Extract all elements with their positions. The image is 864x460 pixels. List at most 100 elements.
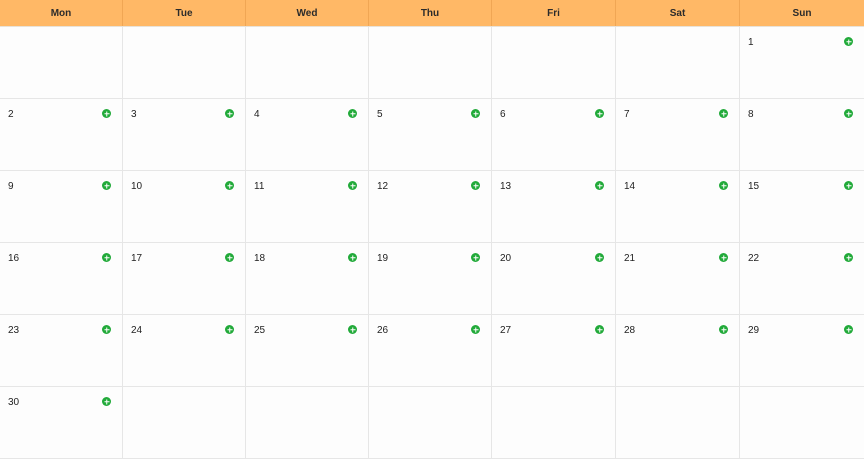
add-event-button[interactable] <box>348 325 357 334</box>
day-cell-7[interactable]: 7 <box>616 99 740 171</box>
day-cell-23[interactable]: 23 <box>0 315 123 387</box>
add-event-button[interactable] <box>102 325 111 334</box>
empty-day-cell <box>369 387 492 459</box>
empty-day-cell <box>616 27 740 99</box>
add-event-button[interactable] <box>102 253 111 262</box>
weekday-mon: Mon <box>0 0 123 26</box>
add-event-button[interactable] <box>844 109 853 118</box>
add-event-button[interactable] <box>471 253 480 262</box>
day-cell-14[interactable]: 14 <box>616 171 740 243</box>
weekday-header: Mon Tue Wed Thu Fri Sat Sun <box>0 0 864 27</box>
empty-day-cell <box>616 387 740 459</box>
day-cell-29[interactable]: 29 <box>740 315 864 387</box>
empty-day-cell <box>123 387 246 459</box>
empty-day-cell <box>0 27 123 99</box>
day-number: 30 <box>8 397 20 408</box>
day-number: 24 <box>131 325 143 336</box>
add-event-button[interactable] <box>348 109 357 118</box>
weekday-tue: Tue <box>123 0 246 26</box>
day-number: 14 <box>624 181 636 192</box>
day-number: 2 <box>8 109 14 120</box>
weekday-sun: Sun <box>792 7 812 19</box>
empty-day-cell <box>492 27 616 99</box>
day-number: 4 <box>254 109 260 120</box>
day-cell-28[interactable]: 28 <box>616 315 740 387</box>
day-cell-21[interactable]: 21 <box>616 243 740 315</box>
empty-day-cell <box>246 387 369 459</box>
day-cell-19[interactable]: 19 <box>369 243 492 315</box>
day-number: 22 <box>748 253 760 264</box>
day-cell-1[interactable]: 1 <box>740 27 864 99</box>
day-cell-30[interactable]: 30 <box>0 387 123 459</box>
day-number: 16 <box>8 253 20 264</box>
add-event-button[interactable] <box>595 325 604 334</box>
add-event-button[interactable] <box>719 325 728 334</box>
add-event-button[interactable] <box>595 253 604 262</box>
day-number: 27 <box>500 325 512 336</box>
add-event-button[interactable] <box>844 181 853 190</box>
day-number: 28 <box>624 325 636 336</box>
day-cell-13[interactable]: 13 <box>492 171 616 243</box>
day-cell-25[interactable]: 25 <box>246 315 369 387</box>
day-cell-5[interactable]: 5 <box>369 99 492 171</box>
day-number: 7 <box>624 109 630 120</box>
day-cell-20[interactable]: 20 <box>492 243 616 315</box>
day-cell-9[interactable]: 9 <box>0 171 123 243</box>
add-event-button[interactable] <box>844 37 853 46</box>
day-number: 21 <box>624 253 636 264</box>
add-event-button[interactable] <box>102 109 111 118</box>
add-event-button[interactable] <box>225 181 234 190</box>
add-event-button[interactable] <box>719 181 728 190</box>
add-event-button[interactable] <box>102 181 111 190</box>
day-cell-12[interactable]: 12 <box>369 171 492 243</box>
weekday-sat: Sat <box>616 0 740 26</box>
weekday-thu: Thu <box>369 0 492 26</box>
day-cell-8[interactable]: 8 <box>740 99 864 171</box>
day-cell-4[interactable]: 4 <box>246 99 369 171</box>
day-cell-10[interactable]: 10 <box>123 171 246 243</box>
day-cell-27[interactable]: 27 <box>492 315 616 387</box>
add-event-button[interactable] <box>102 397 111 406</box>
day-cell-6[interactable]: 6 <box>492 99 616 171</box>
add-event-button[interactable] <box>719 253 728 262</box>
day-number: 26 <box>377 325 389 336</box>
add-event-button[interactable] <box>844 253 853 262</box>
empty-day-cell <box>369 27 492 99</box>
day-cell-24[interactable]: 24 <box>123 315 246 387</box>
day-number: 19 <box>377 253 389 264</box>
day-number: 18 <box>254 253 266 264</box>
add-event-button[interactable] <box>595 109 604 118</box>
day-number: 5 <box>377 109 383 120</box>
empty-day-cell <box>246 27 369 99</box>
add-event-button[interactable] <box>348 253 357 262</box>
day-number: 9 <box>8 181 14 192</box>
weekday-fri: Fri <box>492 0 616 26</box>
add-event-button[interactable] <box>471 109 480 118</box>
add-event-button[interactable] <box>225 325 234 334</box>
day-cell-2[interactable]: 2 <box>0 99 123 171</box>
day-cell-26[interactable]: 26 <box>369 315 492 387</box>
add-event-button[interactable] <box>225 109 234 118</box>
month-calendar: Mon Tue Wed Thu Fri Sat Sun 1 2 3 4 5 6 7 8 9 10 1… <box>0 0 864 460</box>
day-cell-11[interactable]: 11 <box>246 171 369 243</box>
day-number: 11 <box>254 181 265 192</box>
add-event-button[interactable] <box>719 109 728 118</box>
day-cell-17[interactable]: 17 <box>123 243 246 315</box>
day-grid: 1 2 3 4 5 6 7 8 9 10 11 12 13 14 15 16 17 18 19 20 21 22 23 24 2… <box>0 27 864 459</box>
day-number: 17 <box>131 253 143 264</box>
day-cell-16[interactable]: 16 <box>0 243 123 315</box>
add-event-button[interactable] <box>595 181 604 190</box>
day-cell-22[interactable]: 22 <box>740 243 864 315</box>
day-number: 13 <box>500 181 512 192</box>
add-event-button[interactable] <box>471 181 480 190</box>
day-number: 20 <box>500 253 512 264</box>
add-event-button[interactable] <box>844 325 853 334</box>
day-cell-18[interactable]: 18 <box>246 243 369 315</box>
day-number: 6 <box>500 109 506 120</box>
add-event-button[interactable] <box>348 181 357 190</box>
add-event-button[interactable] <box>471 325 480 334</box>
empty-day-cell <box>492 387 616 459</box>
day-cell-3[interactable]: 3 <box>123 99 246 171</box>
add-event-button[interactable] <box>225 253 234 262</box>
day-cell-15[interactable]: 15 <box>740 171 864 243</box>
